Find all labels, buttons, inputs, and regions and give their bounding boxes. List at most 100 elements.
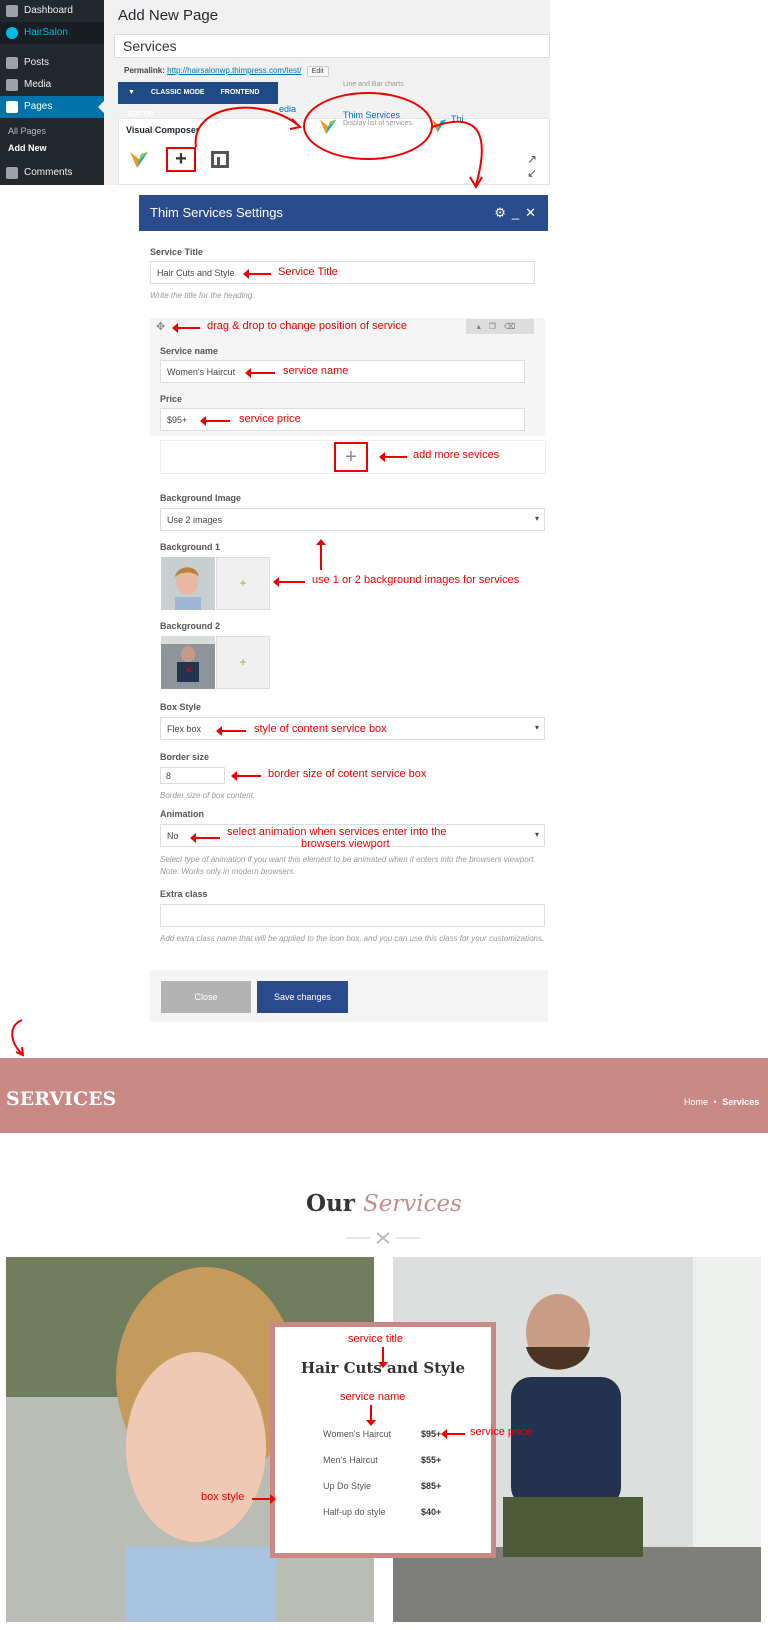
- service-row: Men's Haircut $55+: [323, 1455, 483, 1465]
- service-price: $55+: [421, 1455, 442, 1465]
- settings-header: Thim Services Settings ⚙_✕: [139, 195, 548, 231]
- bg-image-label: Background Image: [160, 493, 242, 503]
- sidebar-item-hairsalon[interactable]: HairSalon: [0, 22, 104, 44]
- annotation-arrow: [378, 1347, 388, 1368]
- permalink-url[interactable]: http://hairsalonwp.thimpress.com/test/: [167, 66, 301, 75]
- border-size-input[interactable]: 8: [160, 767, 225, 784]
- animation-label: Animation: [160, 809, 204, 819]
- sidebar-item-posts[interactable]: Posts: [0, 52, 104, 74]
- gear-icon[interactable]: ⚙: [494, 205, 512, 220]
- page-title: Add New Page: [118, 7, 219, 24]
- hairsalon-icon: [6, 27, 18, 39]
- dashboard-icon: [6, 5, 18, 17]
- breadcrumb-current: Services: [722, 1097, 760, 1107]
- box-style-label: Box Style: [160, 702, 202, 712]
- annotation-style-box: style of content service box: [254, 723, 387, 735]
- extra-class-input[interactable]: [160, 904, 545, 927]
- service-title-label: Service Title: [150, 247, 203, 257]
- bg1-add-button[interactable]: +: [216, 557, 270, 610]
- border-size-label: Border size: [160, 752, 210, 762]
- sidebar-item-dashboard[interactable]: Dashboard: [0, 0, 104, 22]
- service-name: Women's Haircut: [323, 1429, 392, 1439]
- annotation-service-title: Service Title: [278, 266, 338, 278]
- annotation-arrow: [243, 269, 271, 279]
- annotation-arrow: [441, 1429, 465, 1439]
- annotation-fe-service-price: service price: [470, 1426, 532, 1438]
- annotation-fe-service-name: service name: [340, 1391, 406, 1403]
- bg1-thumbnail[interactable]: [161, 557, 215, 610]
- heading-emphasis: Services: [362, 1191, 462, 1217]
- annotation-arrow: [200, 416, 230, 426]
- section-heading: Our Services: [0, 1190, 768, 1217]
- save-changes-button[interactable]: Save changes: [257, 981, 348, 1013]
- service-row: Half-up do style $40+: [323, 1507, 483, 1517]
- service-price: $85+: [421, 1481, 442, 1491]
- annotation-animation-2: browsers viewport: [301, 838, 390, 850]
- service-name: Men's Haircut: [323, 1455, 378, 1465]
- close-button[interactable]: Close: [161, 981, 251, 1013]
- add-service-button[interactable]: +: [334, 442, 368, 472]
- breadcrumb-home[interactable]: Home: [684, 1097, 708, 1107]
- annotation-arrow: [216, 726, 246, 736]
- trash-icon[interactable]: ⌫: [504, 322, 523, 331]
- breadcrumb: Home • Services: [684, 1097, 759, 1107]
- annotation-border-size: border size of cotent service box: [268, 768, 427, 780]
- animation-hint: Select type of animation if you want thi…: [160, 855, 536, 876]
- element-hint-line-bar: Line and Bar charts: [343, 81, 404, 88]
- service-price: $95+: [421, 1429, 442, 1439]
- annotation-fe-box-style: box style: [201, 1491, 245, 1503]
- service-title-input[interactable]: Hair Cuts and Style: [150, 261, 535, 284]
- annotation-arrow: [273, 577, 305, 587]
- annotation-arrow: [172, 323, 200, 333]
- sidebar-item-comments[interactable]: Comments: [0, 162, 104, 184]
- service-row: Up Do Style $85+: [323, 1481, 483, 1491]
- extra-class-label: Extra class: [160, 889, 208, 899]
- sidebar-item-pages[interactable]: Pages: [0, 96, 104, 118]
- media-icon: [6, 79, 18, 91]
- annotation-arrow: [231, 771, 261, 781]
- sidebar-item-media[interactable]: Media: [0, 74, 104, 96]
- banner-title: SERVICES: [6, 1088, 117, 1110]
- service-name: Half-up do style: [323, 1507, 386, 1517]
- close-icon[interactable]: ✕: [525, 205, 542, 220]
- annotation-arrow: [379, 452, 407, 462]
- extra-class-hint: Add extra class name that will be applie…: [160, 934, 545, 943]
- annotation-arrow: [190, 833, 220, 843]
- heading-plain: Our: [306, 1190, 355, 1217]
- service-title-hint: Write the title for the heading.: [150, 291, 255, 300]
- permalink: Permalink: http://hairsalonwp.thimpress.…: [124, 66, 329, 77]
- clone-icon[interactable]: ❐: [489, 322, 504, 331]
- vc-logo-icon: ▼: [128, 89, 135, 96]
- annotation-arrow: [366, 1405, 376, 1426]
- annotation-arrow: [245, 368, 275, 378]
- fullscreen-icon[interactable]: ↗ ↙: [527, 152, 537, 180]
- annotation-animation-1: select animation when services enter int…: [227, 826, 447, 838]
- group-actions: ▴❐⌫: [466, 319, 534, 334]
- breadcrumb-separator: •: [713, 1097, 717, 1107]
- pin-icon: [6, 57, 18, 69]
- pages-icon: [6, 101, 18, 113]
- annotation-arrow: [252, 1498, 270, 1500]
- bg2-label: Background 2: [160, 621, 221, 631]
- page-title-input[interactable]: Services: [114, 34, 550, 58]
- border-size-hint: Border size of box content.: [160, 791, 256, 800]
- scissors-divider-icon: [346, 1232, 420, 1244]
- service-name: Up Do Style: [323, 1481, 372, 1491]
- minimize-icon[interactable]: _: [512, 205, 525, 220]
- annotation-add-more: add more sevices: [413, 449, 500, 461]
- bg2-thumbnail[interactable]: ✕: [161, 636, 215, 689]
- bg2-add-button[interactable]: +: [216, 636, 270, 689]
- annotation-service-name: service name: [283, 365, 349, 377]
- drag-handle-icon[interactable]: ✥: [156, 320, 165, 333]
- comments-icon: [6, 167, 18, 179]
- bg-image-select[interactable]: Use 2 images: [160, 508, 545, 531]
- sidebar-subitem-all-pages[interactable]: All Pages: [0, 126, 104, 136]
- annotation-use-bg: use 1 or 2 background images for service…: [312, 574, 520, 586]
- service-name-label: Service name: [160, 346, 219, 356]
- permalink-edit-button[interactable]: Edit: [306, 66, 329, 77]
- collapse-icon[interactable]: ▴: [477, 322, 489, 331]
- price-label: Price: [160, 394, 183, 404]
- flow-arrow-down: [11, 1019, 25, 1057]
- annotation-service-price: service price: [239, 413, 301, 425]
- sidebar-subitem-add-new[interactable]: Add New: [0, 143, 104, 153]
